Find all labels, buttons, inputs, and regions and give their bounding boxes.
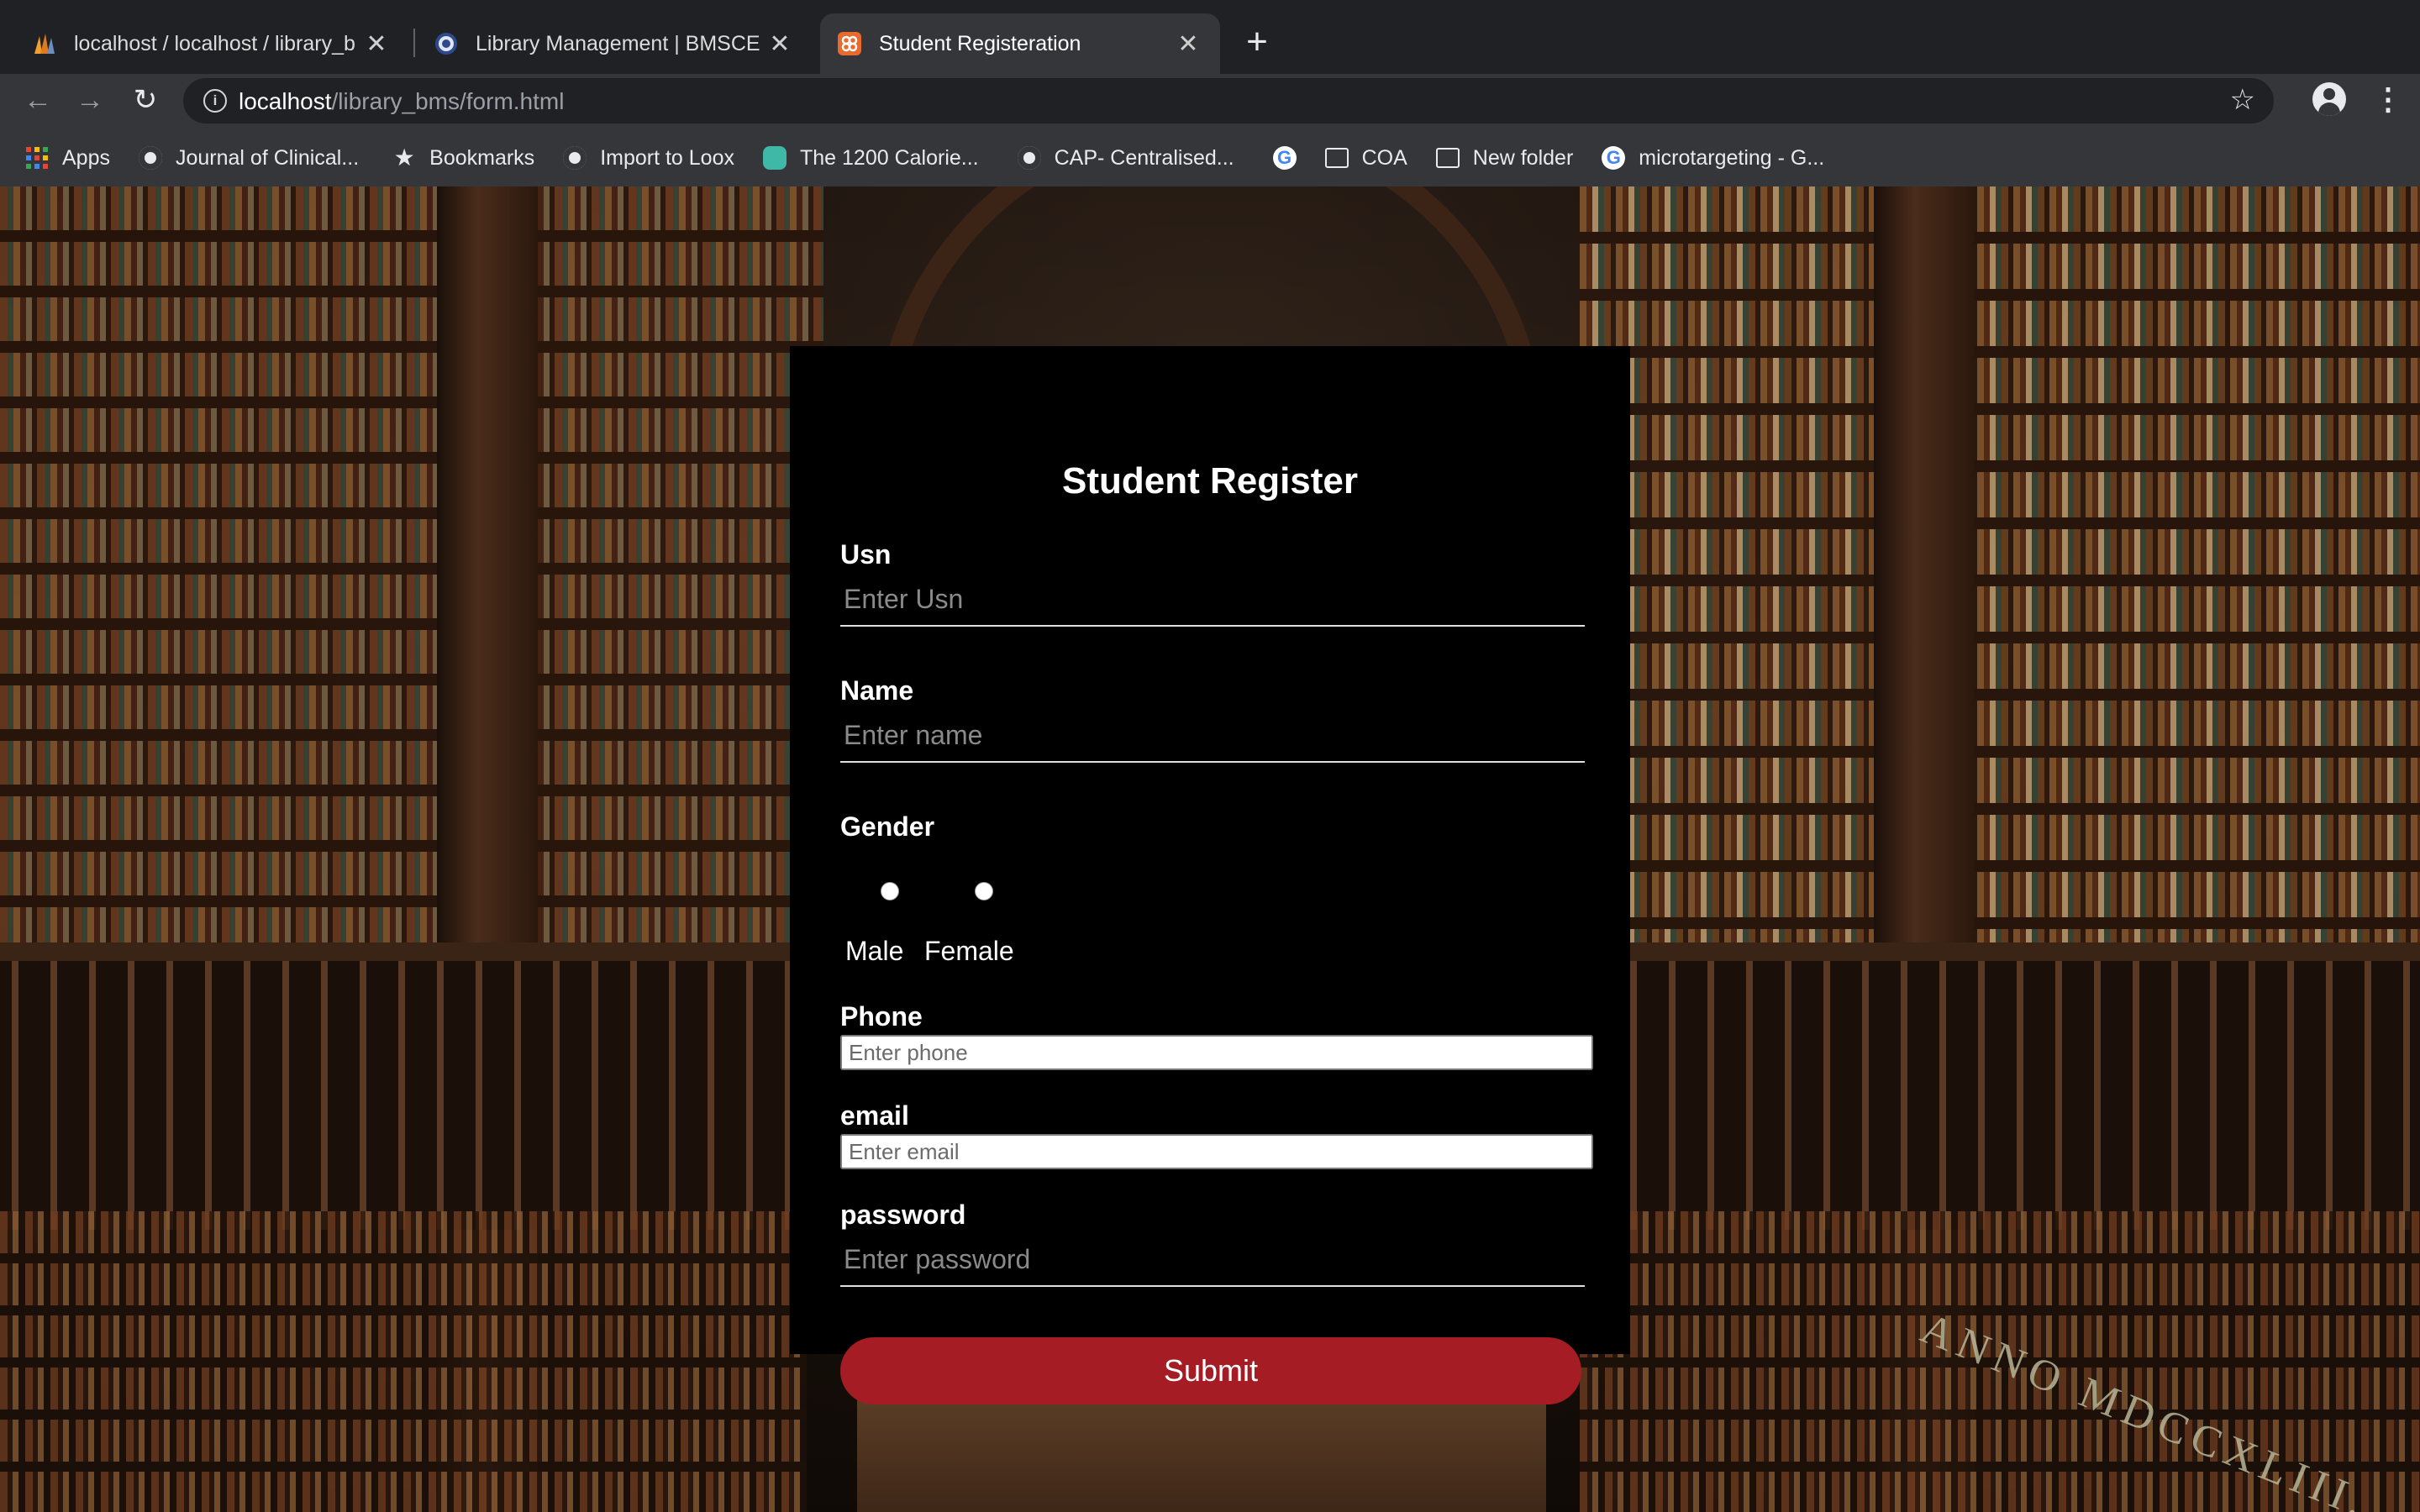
name-input[interactable]: [840, 709, 1585, 763]
new-tab-button[interactable]: +: [1240, 20, 1274, 64]
close-tab-icon[interactable]: ✕: [1171, 29, 1205, 59]
balcony-rail-right: [1580, 942, 2420, 1230]
balcony-rail-left: [0, 942, 840, 1230]
gender-label: Gender: [840, 811, 935, 842]
globe-icon: [1017, 146, 1041, 170]
bookmark-label: Import to Loox: [600, 145, 734, 170]
google-icon: G: [1602, 146, 1626, 170]
star-icon: ★: [393, 144, 415, 171]
site-info-icon[interactable]: i: [203, 89, 227, 113]
bookshelves-left: [0, 186, 823, 993]
globe-seal-icon: [435, 33, 457, 55]
apps-grid-icon: [26, 147, 48, 169]
tab-library-management[interactable]: Library Management | BMSCE ✕: [402, 13, 812, 74]
calorie-site-icon: [763, 146, 786, 170]
bookmark-google[interactable]: G: [1272, 146, 1297, 170]
profile-avatar-icon[interactable]: [2312, 82, 2346, 116]
bookmarks-bar: Apps Journal of Clinical... ★ Bookmarks …: [0, 139, 1824, 176]
bookmark-label: CAP- Centralised...: [1054, 145, 1234, 170]
folder-icon: [1324, 148, 1349, 168]
bookshelves-right: [1580, 186, 2420, 993]
app-logo-icon: [838, 32, 861, 55]
bookmark-label: The 1200 Calorie...: [800, 145, 979, 170]
bookmark-bookmarks[interactable]: ★ Bookmarks: [392, 144, 535, 171]
tab-title: Library Management | BMSCE: [476, 31, 760, 55]
close-tab-icon[interactable]: ✕: [360, 29, 393, 59]
bookmark-label: COA: [1361, 145, 1407, 170]
browser-menu-icon[interactable]: ⋮: [2373, 82, 2403, 116]
usn-label: Usn: [840, 539, 892, 570]
url-path: /library_bms/form.html: [331, 88, 565, 114]
tab-strip: localhost / localhost / library_b ✕ Libr…: [0, 0, 2420, 74]
tab-student-registeration[interactable]: Student Registeration ✕: [820, 13, 1220, 74]
globe-icon: [138, 146, 162, 170]
tab-phpmyadmin[interactable]: localhost / localhost / library_b ✕: [0, 13, 408, 74]
folder-icon: [1435, 148, 1460, 168]
gender-male-label: Male: [845, 936, 904, 966]
tab-title: localhost / localhost / library_b: [74, 31, 355, 55]
phpmyadmin-icon: [34, 34, 55, 54]
globe-icon: [563, 146, 587, 170]
form-title: Student Register: [1061, 460, 1359, 501]
password-label: password: [840, 1200, 966, 1230]
google-icon: G: [1272, 146, 1297, 170]
reload-icon[interactable]: ↻: [126, 84, 165, 116]
gender-female-label: Female: [924, 936, 1014, 966]
bookmark-calorie[interactable]: The 1200 Calorie...: [763, 146, 979, 171]
bookmark-star-icon[interactable]: ☆: [2230, 83, 2255, 117]
name-label: Name: [840, 675, 914, 706]
email-label: email: [840, 1100, 909, 1131]
bookmark-label: microtargeting - G...: [1639, 145, 1825, 170]
student-register-form: Student Register Usn Name Gender Male Fe…: [790, 346, 1630, 1354]
bookmark-label: Bookmarks: [429, 145, 535, 170]
gender-female-radio[interactable]: [975, 882, 993, 900]
password-input[interactable]: [840, 1233, 1585, 1287]
tab-title: Student Registeration: [879, 31, 1081, 55]
forward-arrow-icon[interactable]: →: [71, 84, 109, 116]
bookmark-folder-coa[interactable]: COA: [1324, 145, 1407, 171]
url-text[interactable]: localhost/library_bms/form.html: [239, 88, 564, 115]
bookmark-apps[interactable]: Apps: [25, 146, 110, 171]
bookmark-journal[interactable]: Journal of Clinical...: [138, 145, 360, 171]
phone-label: Phone: [840, 1001, 923, 1032]
bookmark-label: Apps: [62, 145, 110, 170]
bookmark-folder-new[interactable]: New folder: [1435, 145, 1574, 171]
url-host: localhost: [239, 88, 332, 114]
back-arrow-icon[interactable]: ←: [18, 84, 57, 116]
submit-button[interactable]: Submit: [840, 1337, 1581, 1404]
close-tab-icon[interactable]: ✕: [763, 29, 797, 59]
bookmark-microtargeting[interactable]: G microtargeting - G...: [1602, 146, 1824, 171]
bookmark-label: New folder: [1472, 145, 1574, 170]
gender-male-radio[interactable]: [881, 882, 899, 900]
phone-input[interactable]: [840, 1035, 1593, 1070]
usn-input[interactable]: [840, 573, 1585, 627]
bookmark-label: Journal of Clinical...: [175, 145, 360, 170]
bookmark-cap[interactable]: CAP- Centralised...: [1017, 145, 1234, 171]
lower-shelves-left: [0, 1211, 807, 1512]
email-input[interactable]: [840, 1134, 1593, 1169]
address-bar[interactable]: i localhost/library_bms/form.html ☆: [183, 78, 2274, 123]
bookmark-loox[interactable]: Import to Loox: [563, 146, 734, 171]
